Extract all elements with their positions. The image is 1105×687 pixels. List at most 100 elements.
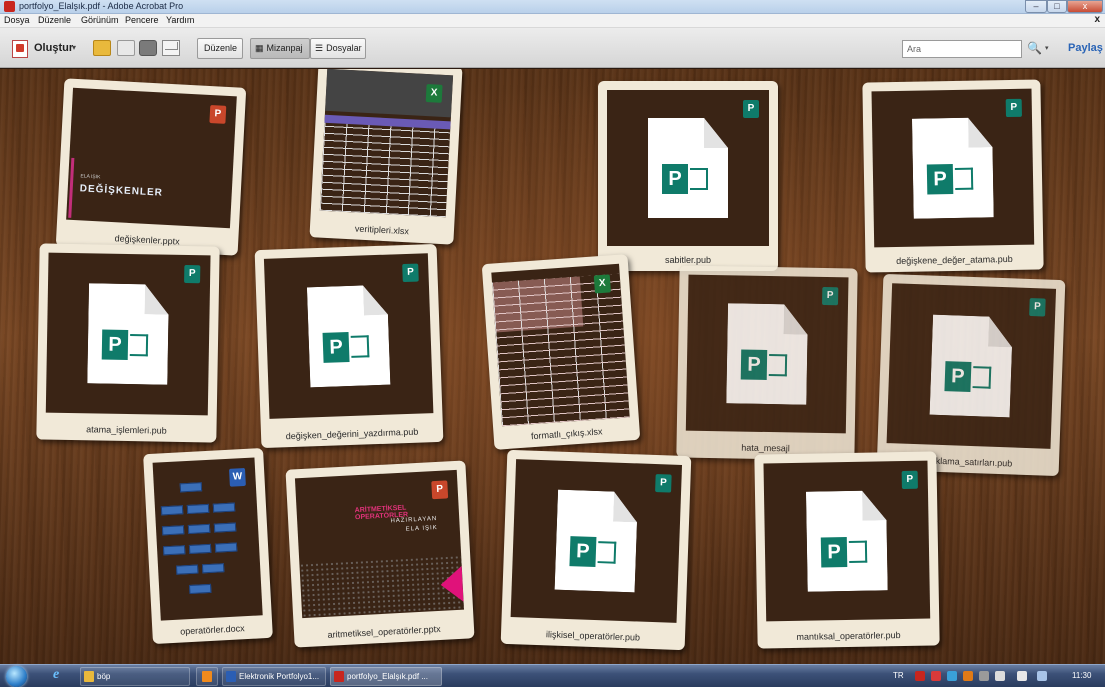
minimize-button[interactable]: –	[1025, 0, 1047, 13]
menu-duzenle[interactable]: Düzenle	[38, 15, 71, 25]
file-card-atama-islemleri-pub[interactable]: P P atama_işlemleri.pub	[36, 243, 220, 443]
page-fold	[613, 492, 638, 523]
word-icon: W	[228, 467, 246, 487]
page-fold	[862, 490, 887, 520]
publisher-icon: P	[402, 263, 419, 283]
volume-icon[interactable]	[995, 671, 1005, 681]
files-tab-button[interactable]: ☰ Dosyalar	[310, 38, 366, 59]
toolbar: Oluştur ▾ Düzenle ▦ Mizanpaj ☰ Dosyalar Ar…	[0, 28, 1105, 68]
dot-pattern	[299, 554, 465, 619]
file-card-aciklama-satirlari-pub[interactable]: P P açıklama_satırları.pub	[876, 273, 1066, 477]
file-card-iliskisel-operatorler-pub[interactable]: P P ilişkisel_operatörler.pub	[500, 449, 692, 651]
app-icon	[202, 671, 212, 682]
file-card-degiskenler-pptx[interactable]: ELA IŞIK DEĞİŞKENLER P değişkenler.pptx	[55, 78, 247, 256]
title-bar: portfolyo_Elalşık.pdf - Adobe Acrobat Pr…	[0, 0, 1105, 14]
publisher-icon: P	[743, 100, 759, 118]
file-card-sabitler-pub[interactable]: P P sabitler.pub	[598, 81, 778, 271]
file-card-veritipleri-xlsx[interactable]: X veritipleri.xlsx	[309, 69, 463, 245]
start-button[interactable]	[6, 666, 27, 687]
thumb-author: ELA IŞIK	[80, 173, 101, 181]
taskbar-item-word[interactable]: Elektronik Portfolyo1...	[222, 667, 326, 686]
publisher-logo-lines	[598, 541, 617, 564]
diagram-box	[189, 583, 212, 595]
search-options-chevron-icon[interactable]: ▾	[1045, 44, 1049, 52]
excel-icon: X	[425, 84, 443, 103]
file-label: mantıksal_operatörler.pub	[796, 630, 901, 642]
powerpoint-icon: P	[431, 480, 449, 500]
file-card-operatorler-docx[interactable]: W operatörler.docx	[143, 447, 273, 645]
file-card-aritmetiksel-operatorler-pptx[interactable]: ARİTMETİKSEL OPERATÖRLER HAZIRLAYAN ELA …	[285, 460, 475, 648]
print-icon[interactable]	[139, 40, 157, 56]
page-fold	[704, 118, 728, 148]
layout-tab-button[interactable]: ▦ Mizanpaj	[250, 38, 310, 59]
publisher-icon: P	[1029, 298, 1046, 317]
tray-mcafee-icon[interactable]	[915, 671, 925, 681]
language-indicator[interactable]: TR	[893, 671, 904, 680]
file-card-degisken-degerini-yazdirma-pub[interactable]: P P değişken_değerini_yazdırma.pub	[254, 243, 444, 449]
display-icon[interactable]	[1037, 671, 1047, 681]
publisher-document-icon: P	[648, 118, 728, 218]
maximize-button[interactable]: □	[1047, 0, 1067, 13]
file-thumbnail: ARİTMETİKSEL OPERATÖRLER HAZIRLAYAN ELA …	[294, 469, 465, 619]
thumb-author: ELA IŞIK	[405, 524, 438, 533]
sheet-grid	[319, 122, 451, 218]
menu-gorunum[interactable]: Görünüm	[81, 15, 119, 25]
menu-dosya[interactable]: Dosya	[4, 15, 30, 25]
publisher-document-icon: P	[726, 303, 808, 404]
list-icon: ☰	[315, 43, 324, 53]
taskbar-item-label: Elektronik Portfolyo1...	[239, 672, 320, 681]
diagram-box	[162, 545, 186, 556]
diagram-box	[187, 523, 211, 535]
file-card-formatli-cikis-xlsx[interactable]: X formatlı_çıkış.xlsx	[481, 254, 641, 450]
edit-button[interactable]: Düzenle	[197, 38, 243, 59]
publisher-document-icon: P	[87, 283, 169, 384]
file-thumbnail: P P	[45, 252, 211, 416]
acrobat-app-icon	[4, 1, 15, 12]
publisher-icon: P	[822, 286, 839, 306]
open-folder-icon[interactable]	[93, 40, 111, 56]
file-label: ilişkisel_operatörler.pub	[545, 629, 641, 643]
diagram-box	[175, 564, 199, 575]
file-label: veritipleri.xlsx	[354, 223, 410, 237]
publisher-logo: P	[323, 332, 350, 363]
search-input[interactable]: Ara	[902, 40, 1022, 58]
tray-network-icon[interactable]	[947, 671, 957, 681]
menu-pencere[interactable]: Pencere	[125, 15, 159, 25]
menu-yardim[interactable]: Yardım	[166, 15, 194, 25]
publisher-document-icon: P	[930, 315, 1013, 418]
diagram-box	[214, 542, 238, 553]
page-fold	[363, 285, 388, 316]
clock[interactable]: 11:30	[1072, 671, 1091, 680]
internet-explorer-icon[interactable]: e	[53, 667, 59, 683]
file-card-hata-mesajlari-pub[interactable]: P P hata_mesajl	[676, 265, 858, 461]
share-button[interactable]: Paylaş	[1068, 42, 1103, 54]
taskbar-item-app[interactable]	[196, 667, 218, 686]
publisher-logo-lines	[690, 168, 708, 190]
publisher-logo: P	[662, 164, 688, 194]
create-button[interactable]: Oluştur	[34, 42, 73, 54]
publisher-logo-lines	[130, 334, 148, 356]
file-card-degiskene-deger-atama-pub[interactable]: P P değişkene_değer_atama.pub	[862, 79, 1044, 273]
taskbar-item-folder[interactable]: böp	[80, 667, 190, 686]
accent-stripe	[68, 157, 75, 218]
window-title: portfolyo_Elalşık.pdf - Adobe Acrobat Pr…	[19, 1, 184, 11]
tray-app-icon[interactable]	[963, 671, 973, 681]
file-thumbnail: P P	[685, 274, 849, 434]
chevron-down-icon[interactable]: ▾	[72, 43, 76, 52]
create-pdf-icon[interactable]	[12, 40, 28, 58]
save-icon[interactable]	[117, 40, 135, 56]
file-card-mantiksal-operatorler-pub[interactable]: P P mantıksal_operatörler.pub	[754, 451, 940, 649]
flag-icon[interactable]	[1017, 671, 1027, 681]
publisher-logo: P	[927, 164, 954, 194]
acrobat-icon	[334, 671, 344, 682]
page-fold	[988, 317, 1013, 348]
binoculars-icon[interactable]: 🔍	[1027, 41, 1042, 55]
tray-acrobat-icon[interactable]	[931, 671, 941, 681]
tray-arrow-icon[interactable]	[979, 671, 989, 681]
mail-icon[interactable]	[162, 40, 180, 56]
taskbar-item-acrobat[interactable]: portfolyo_Elalşık.pdf ...	[330, 667, 442, 686]
page-fold	[784, 304, 809, 334]
close-document-button[interactable]: x	[1094, 14, 1100, 25]
close-window-button[interactable]: x	[1067, 0, 1103, 13]
diagram-box	[186, 503, 210, 515]
